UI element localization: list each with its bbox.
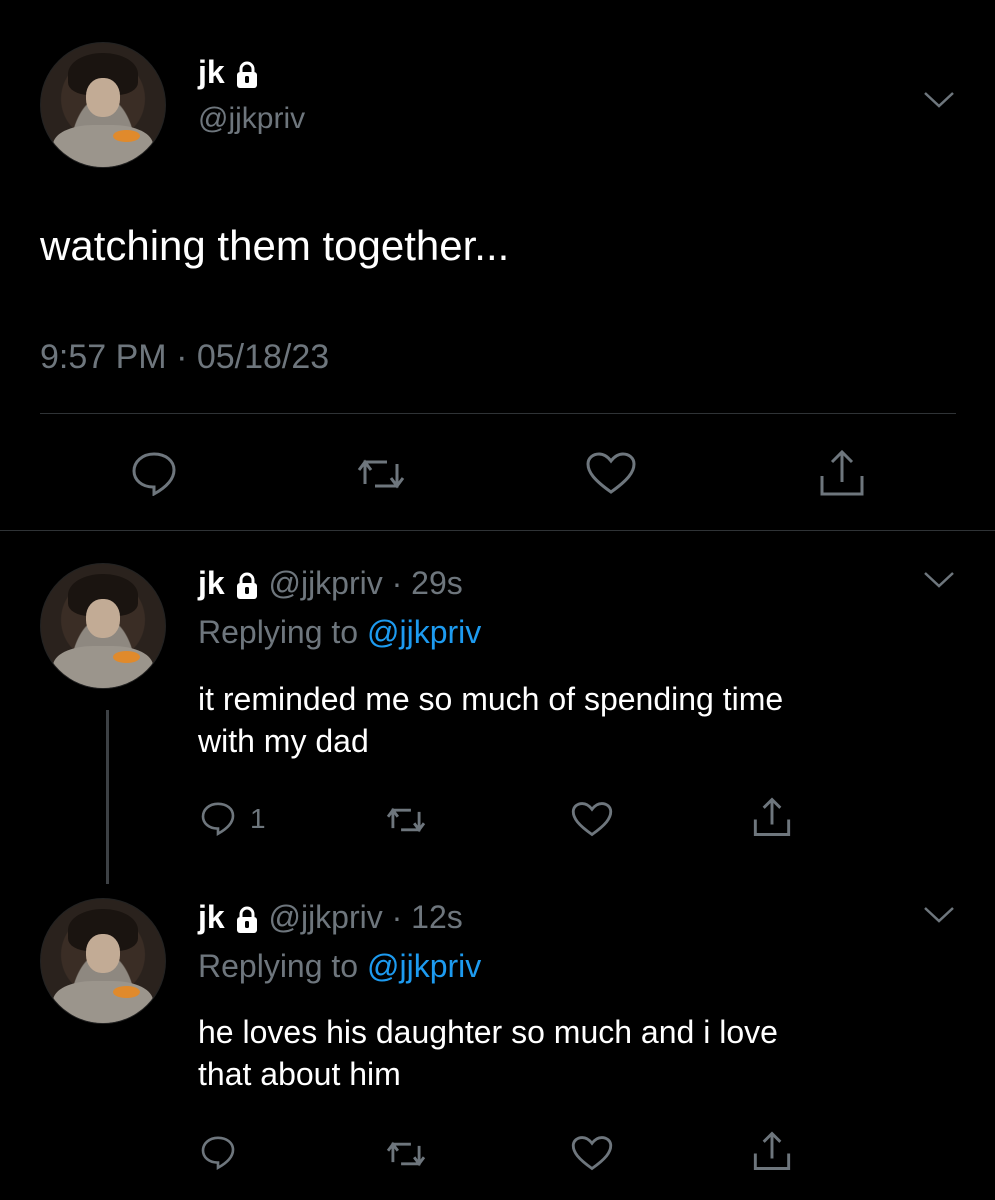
avatar-shirt [53,980,153,1023]
heart-icon[interactable] [570,1134,614,1172]
share-icon[interactable] [818,448,866,498]
heart-icon[interactable] [570,800,614,838]
reply-icon[interactable] [130,450,178,496]
author-row: jk @jjkpriv · 12s [198,897,463,937]
lock-icon [234,61,260,89]
lock-icon [234,906,260,934]
replying-to-handle[interactable]: @jjkpriv [367,614,481,650]
divider [0,530,995,531]
timestamp[interactable]: 9:57 PM · 05/18/23 [40,338,329,377]
avatar-shirt [53,124,153,167]
share-icon[interactable] [752,796,792,838]
handle[interactable]: @jjkpriv [198,102,305,136]
avatar[interactable] [40,42,166,168]
handle-time[interactable]: @jjkpriv · 12s [268,899,462,935]
replying-to-handle[interactable]: @jjkpriv [367,948,481,984]
avatar[interactable] [40,563,166,689]
reply-icon[interactable] [200,800,236,836]
replying-to: Replying to @jjkpriv [198,614,481,651]
replying-to-label: Replying to [198,948,359,984]
lock-icon [234,572,260,600]
tweet-text-line: it reminded me so much of spending time [198,681,784,717]
retweet-icon[interactable] [353,452,409,496]
display-name[interactable]: jk [198,54,225,90]
tweet-text-line: he loves his daughter so much and i love [198,1014,778,1050]
tweet-text: it reminded me so much of spending time … [198,678,783,762]
heart-icon[interactable] [584,450,638,496]
chevron-down-icon[interactable] [922,570,956,590]
avatar-face [85,77,121,118]
thread-line [106,710,109,884]
tweet-text: he loves his daughter so much and i love… [198,1011,778,1095]
display-name[interactable]: jk [198,899,225,935]
retweet-icon[interactable] [383,1136,429,1172]
tweet-text: watching them together... [40,222,510,269]
reply-icon[interactable] [200,1134,236,1170]
chevron-down-icon[interactable] [922,90,956,110]
chevron-down-icon[interactable] [922,905,956,925]
avatar-face [85,598,121,639]
divider [40,413,956,414]
avatar-shirt [53,645,153,688]
avatar-face [85,933,121,974]
author-row: jk @jjkpriv · 29s [198,563,463,603]
tweet-text-line: that about him [198,1056,401,1092]
replying-to: Replying to @jjkpriv [198,948,481,985]
reply-count: 1 [250,803,266,834]
share-icon[interactable] [752,1130,792,1172]
retweet-icon[interactable] [383,802,429,838]
avatar[interactable] [40,898,166,1024]
display-name[interactable]: jk [198,565,225,601]
replying-to-label: Replying to [198,614,359,650]
tweet-text-line: with my dad [198,723,369,759]
author-row: jk [198,52,260,92]
handle-time[interactable]: @jjkpriv · 29s [268,565,462,601]
